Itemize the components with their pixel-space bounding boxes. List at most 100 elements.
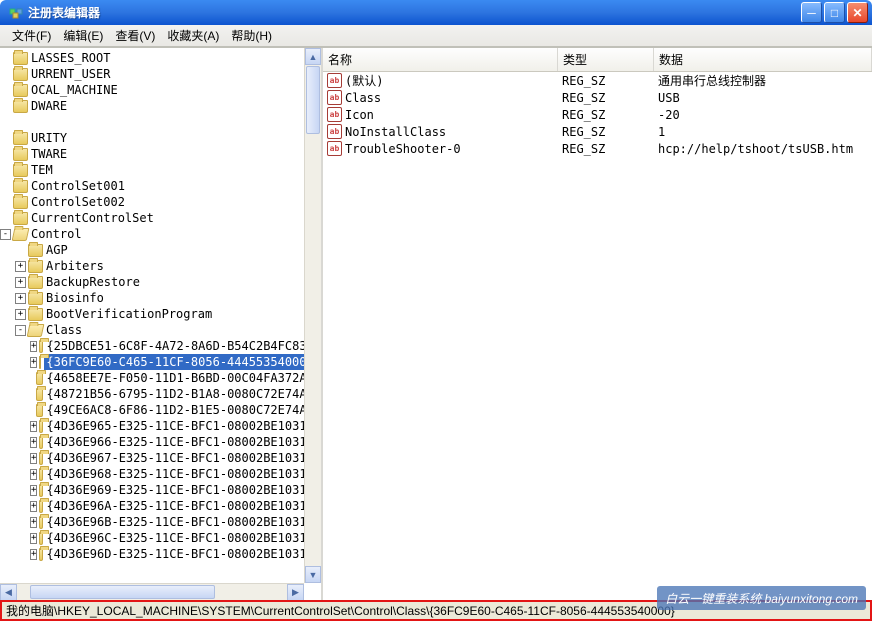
expand-icon[interactable]: + <box>15 293 26 304</box>
tree-item[interactable]: TEM <box>0 162 321 178</box>
tree-item-label: URRENT_USER <box>31 66 110 82</box>
folder-icon <box>13 52 28 65</box>
folder-icon <box>13 180 28 193</box>
folder-icon <box>13 84 28 97</box>
expand-icon[interactable]: + <box>30 485 37 496</box>
tree-item-label: Arbiters <box>46 258 104 274</box>
titlebar: 注册表编辑器 ─ □ ✕ <box>0 0 872 25</box>
tree-item[interactable]: {49CE6AC8-6F86-11D2-B1E5-0080C72E74A2} <box>0 402 321 418</box>
folder-icon <box>36 388 43 401</box>
folder-icon <box>28 276 43 289</box>
tree-item[interactable]: + {4D36E96C-E325-11CE-BFC1-08002BE10318} <box>0 530 321 546</box>
folder-icon <box>39 500 43 513</box>
tree-item[interactable]: +BackupRestore <box>0 274 321 290</box>
expand-icon[interactable]: + <box>30 437 37 448</box>
tree-item[interactable]: +{4D36E96B-E325-11CE-BFC1-08002BE10318} <box>0 514 321 530</box>
tree-item[interactable]: AGP <box>0 242 321 258</box>
tree-item[interactable]: +{25DBCE51-6C8F-4A72-8A6D-B54C2B4FC835} <box>0 338 321 354</box>
menu-view[interactable]: 查看(V) <box>109 25 161 46</box>
folder-icon <box>28 308 43 321</box>
expand-icon[interactable]: + <box>30 469 37 480</box>
expand-icon[interactable]: + <box>30 517 37 528</box>
folder-icon <box>27 324 45 337</box>
tree-item-label: {4D36E968-E325-11CE-BFC1-08002BE10318} <box>46 466 321 482</box>
tree-item[interactable]: URITY <box>0 130 321 146</box>
tree-scrollbar-horizontal[interactable]: ◀▶ <box>0 583 304 600</box>
minimize-button[interactable]: ─ <box>801 2 822 23</box>
string-value-icon: ab <box>327 107 342 122</box>
value-type: REG_SZ <box>562 91 605 105</box>
menu-help[interactable]: 帮助(H) <box>225 25 278 46</box>
folder-icon <box>39 452 43 465</box>
value-row[interactable]: ab(默认)REG_SZ通用串行总线控制器 <box>323 72 872 89</box>
tree-item[interactable]: +{4D36E967-E325-11CE-BFC1-08002BE10318} <box>0 450 321 466</box>
value-name: TroubleShooter-0 <box>345 142 461 156</box>
watermark: 白云一键重装系统 baiyunxitong.com <box>657 586 866 610</box>
tree-item-label: {4D36E96C-E325-11CE-BFC1-08002BE10318} <box>46 530 321 546</box>
menu-fav[interactable]: 收藏夹(A) <box>161 25 225 46</box>
tree-item[interactable]: ControlSet002 <box>0 194 321 210</box>
close-button[interactable]: ✕ <box>847 2 868 23</box>
tree-item[interactable]: + {4D36E968-E325-11CE-BFC1-08002BE10318} <box>0 466 321 482</box>
menubar: 文件(F) 编辑(E) 查看(V) 收藏夹(A) 帮助(H) <box>0 25 872 47</box>
value-name: Class <box>345 91 381 105</box>
maximize-button[interactable]: □ <box>824 2 845 23</box>
tree-item-label: {4658EE7E-F050-11D1-B6BD-00C04FA372A7} <box>46 370 321 386</box>
folder-icon <box>39 436 43 449</box>
tree-item-label: DWARE <box>31 98 67 114</box>
status-path: 我的电脑\HKEY_LOCAL_MACHINE\SYSTEM\CurrentCo… <box>6 602 675 619</box>
tree-item[interactable] <box>0 114 321 130</box>
tree-item[interactable]: -Class <box>0 322 321 338</box>
expand-icon[interactable]: + <box>30 549 37 560</box>
collapse-icon[interactable]: - <box>15 325 26 336</box>
list-pane[interactable]: 名称 类型 数据 ab(默认)REG_SZ通用串行总线控制器abClass REG… <box>323 48 872 600</box>
expand-icon[interactable]: + <box>30 341 37 352</box>
expand-icon[interactable]: + <box>30 501 37 512</box>
value-row[interactable]: abNoInstallClassREG_SZ1 <box>323 123 872 140</box>
tree-item[interactable]: {4658EE7E-F050-11D1-B6BD-00C04FA372A7} <box>0 370 321 386</box>
column-type[interactable]: 类型 <box>558 48 654 71</box>
tree-item[interactable]: ControlSet001 <box>0 178 321 194</box>
tree-item[interactable]: + Arbiters <box>0 258 321 274</box>
expand-icon[interactable]: + <box>15 277 26 288</box>
value-type: REG_SZ <box>562 125 605 139</box>
tree-item[interactable]: +{4D36E96A-E325-11CE-BFC1-08002BE10318} <box>0 498 321 514</box>
expand-icon[interactable]: + <box>30 421 37 432</box>
tree-item[interactable]: TWARE <box>0 146 321 162</box>
value-type: REG_SZ <box>562 74 605 88</box>
folder-icon <box>12 228 30 241</box>
expand-icon[interactable]: + <box>30 357 37 368</box>
tree-item[interactable]: DWARE <box>0 98 321 114</box>
value-row[interactable]: abTroubleShooter-0REG_SZhcp://help/tshoo… <box>323 140 872 157</box>
tree-item[interactable]: -Control <box>0 226 321 242</box>
tree-item[interactable]: CurrentControlSet <box>0 210 321 226</box>
list-header: 名称 类型 数据 <box>323 48 872 72</box>
tree-item[interactable]: +BootVerificationProgram <box>0 306 321 322</box>
menu-edit[interactable]: 编辑(E) <box>57 25 109 46</box>
tree-item[interactable]: OCAL_MACHINE <box>0 82 321 98</box>
collapse-icon[interactable]: - <box>0 229 11 240</box>
expand-icon[interactable]: + <box>15 309 26 320</box>
value-row[interactable]: abIconREG_SZ-20 <box>323 106 872 123</box>
expand-icon[interactable]: + <box>30 453 37 464</box>
folder-icon <box>39 516 43 529</box>
tree-item[interactable]: +Biosinfo <box>0 290 321 306</box>
expand-icon[interactable]: + <box>15 261 26 272</box>
tree-item[interactable]: +{4D36E966-E325-11CE-BFC1-08002BE10318} <box>0 434 321 450</box>
tree-item[interactable]: LASSES_ROOT <box>0 50 321 66</box>
tree-item[interactable]: URRENT_USER <box>0 66 321 82</box>
menu-file[interactable]: 文件(F) <box>6 25 57 46</box>
tree-scrollbar-vertical[interactable]: ▲▼ <box>304 48 321 583</box>
tree-item[interactable]: +{36FC9E60-C465-11CF-8056-444553540000} <box>0 354 321 370</box>
value-row[interactable]: abClassREG_SZUSB <box>323 89 872 106</box>
tree-item[interactable]: +{4D36E969-E325-11CE-BFC1-08002BE10318} <box>0 482 321 498</box>
folder-icon <box>13 68 28 81</box>
tree-item[interactable]: +{4D36E965-E325-11CE-BFC1-08002BE10318} <box>0 418 321 434</box>
expand-icon[interactable]: + <box>30 533 37 544</box>
column-name[interactable]: 名称 <box>323 48 558 71</box>
tree-item[interactable]: +{4D36E96D-E325-11CE-BFC1-08002BE10318} <box>0 546 321 562</box>
column-data[interactable]: 数据 <box>654 48 872 71</box>
tree-item[interactable]: {48721B56-6795-11D2-B1A8-0080C72E74A2} <box>0 386 321 402</box>
folder-icon <box>39 468 43 481</box>
tree-pane[interactable]: LASSES_ROOTURRENT_USEROCAL_MACHINEDWARE U… <box>0 48 323 600</box>
